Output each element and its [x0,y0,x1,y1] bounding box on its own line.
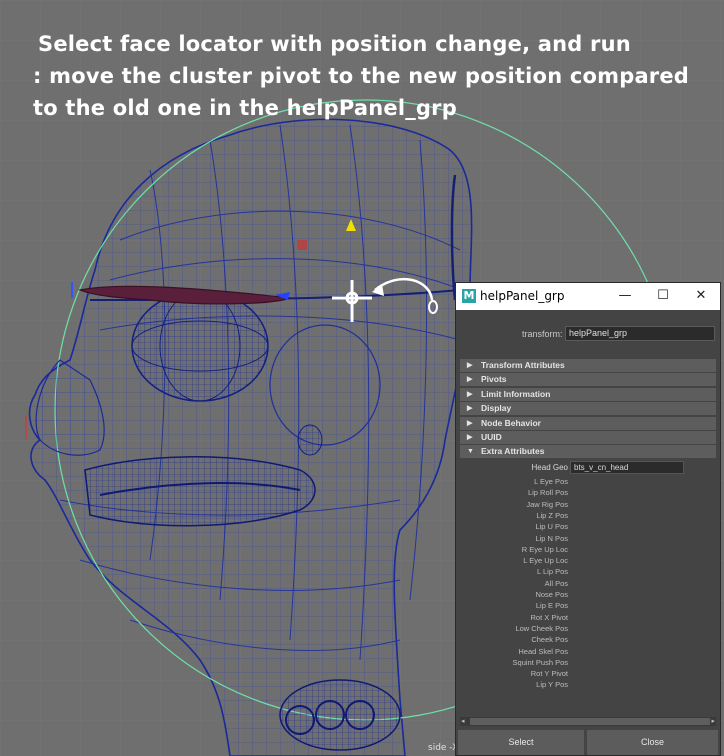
attribute-label: All Pos [544,578,568,588]
head-geo-field[interactable]: bts_v_cn_head [570,461,684,474]
section-label: Pivots [481,374,507,385]
attribute-row[interactable]: L Eye Up Loc [460,556,716,567]
section-label: Display [481,403,512,414]
attribute-label: Jaw Rig Pos [526,499,568,509]
attribute-label: Cheek Pos [531,635,568,645]
scroll-right-icon[interactable]: ▸ [711,717,715,726]
attribute-label: Head Skel Pos [518,646,568,656]
expanded-arrow-icon[interactable]: ▼ [467,445,474,458]
collapsed-arrow-icon[interactable]: ▶ [467,431,472,444]
attribute-row[interactable]: Lip Z Pos [460,511,716,522]
horizontal-scrollbar[interactable]: ◂ ▸ [460,717,716,726]
maximize-button[interactable]: ☐ [648,286,678,306]
section-label: Limit Information [481,388,551,399]
section-header[interactable]: ▶ Transform Attributes [460,359,716,372]
section-header[interactable]: ▶ Display [460,402,716,416]
section-header[interactable]: ▶ UUID [460,431,716,444]
attribute-label: Low Cheek Pos [515,623,568,633]
instruction-line-2: : move the cluster pivot to the new posi… [33,64,690,88]
attribute-label: Lip Roll Pos [527,488,568,498]
attribute-label: L Lip Pos [537,567,568,577]
instruction-line-3: to the old one in the helpPanel_grp [33,96,457,120]
attribute-label: Lip U Pos [535,522,568,532]
attribute-row[interactable]: Lip N Pos [460,534,716,545]
minimize-button[interactable]: — [610,286,640,306]
collapsed-arrow-icon[interactable]: ▶ [467,402,472,415]
attribute-label: Squint Push Pos [512,657,568,667]
section-header[interactable]: ▶ Limit Information [460,387,716,401]
attribute-row[interactable]: L Eye Pos [460,477,716,488]
select-button[interactable]: Select [458,730,584,755]
attribute-row[interactable]: Low Cheek Pos [460,624,716,635]
collapsed-arrow-icon[interactable]: ▶ [467,359,472,372]
window-titlebar[interactable]: M helpPanel_grp — ☐ ✕ [456,283,720,310]
attribute-label: Nose Pos [535,590,568,599]
attribute-row[interactable]: Rot X Pivot [460,613,716,624]
window-title: helpPanel_grp [480,289,565,303]
section-header[interactable]: ▼ Extra Attributes [460,445,716,459]
camera-label: side -X [428,743,459,753]
attribute-row[interactable]: Rot Y Pivot [460,669,716,680]
attribute-label: Lip N Pos [535,533,568,543]
attribute-label: Rot Y Pivot [530,669,568,679]
section-label: UUID [481,432,502,442]
attribute-row[interactable]: Cheek Pos [460,635,716,646]
section-label: Transform Attributes [481,360,565,370]
attribute-row[interactable]: All Pos [460,579,716,590]
attribute-label: Head Geo [531,463,568,472]
attribute-label: L Eye Up Loc [523,556,568,566]
section-label: Extra Attributes [481,446,545,457]
attribute-row[interactable]: Lip U Pos [460,522,716,533]
attribute-row[interactable]: Head Skel Pos [460,647,716,658]
ear-canal [297,424,323,456]
attribute-label: Lip Y Pos [536,680,568,690]
neck-joint[interactable] [279,679,401,751]
attribute-editor-window[interactable]: M helpPanel_grp — ☐ ✕ transform: helpPan… [455,282,721,756]
attribute-label: Lip E Pos [535,601,568,611]
attribute-row[interactable]: R Eye Up Loc [460,545,716,556]
section-header[interactable]: ▶ Pivots [460,373,716,387]
scroll-left-icon[interactable]: ◂ [461,717,465,726]
collapsed-arrow-icon[interactable]: ▶ [467,373,472,386]
attribute-label: Lip Z Pos [536,510,568,520]
transform-label: transform: [522,329,563,339]
collapsed-arrow-icon[interactable]: ▶ [467,417,472,430]
close-window-button[interactable]: ✕ [686,286,716,306]
transform-name-field[interactable]: helpPanel_grp [565,326,715,341]
attribute-row[interactable]: Squint Push Pos [460,658,716,669]
attribute-label: L Eye Pos [534,477,568,486]
maya-app-icon: M [462,289,476,303]
collapsed-arrow-icon[interactable]: ▶ [467,388,472,401]
close-button[interactable]: Close [587,730,718,755]
eyeball[interactable] [131,290,269,402]
attribute-row[interactable]: Lip Y Pos [460,680,716,691]
attribute-row[interactable]: Lip Roll Pos [460,488,716,499]
scrollbar-thumb[interactable] [470,718,710,725]
section-label: Node Behavior [481,417,541,428]
attribute-row[interactable]: Jaw Rig Pos [460,500,716,511]
attribute-row[interactable]: Lip E Pos [460,601,716,612]
attribute-row[interactable]: L Lip Pos [460,567,716,578]
section-header[interactable]: ▶ Node Behavior [460,416,716,430]
attribute-row[interactable]: Nose Pos [460,590,716,601]
attribute-label: R Eye Up Loc [521,544,568,554]
attribute-label: Rot X Pivot [530,612,568,622]
red-locator[interactable] [297,240,307,250]
instruction-line-1: Select face locator with position change… [38,32,631,56]
